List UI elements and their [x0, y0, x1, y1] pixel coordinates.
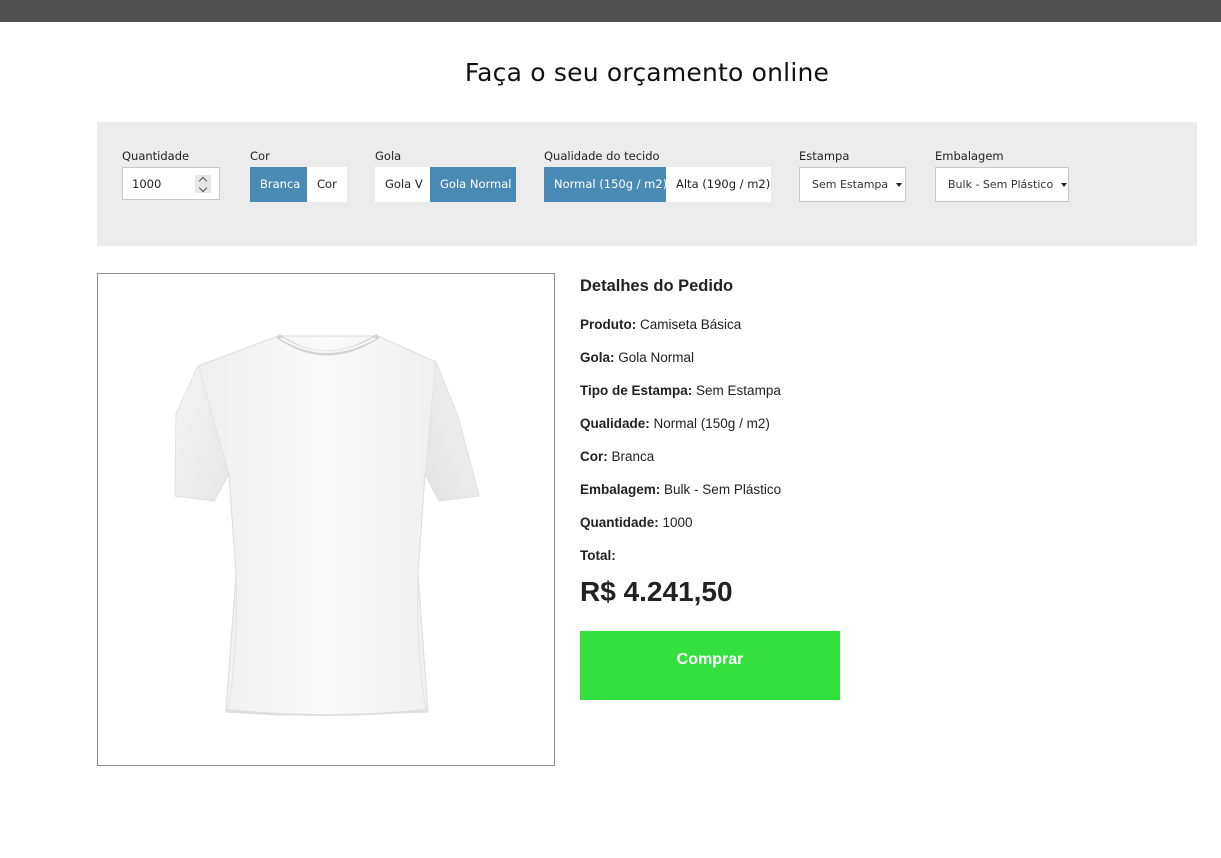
- color-selector: Branca Cor: [250, 167, 347, 202]
- detail-row-quality: Qualidade: Normal (150g / m2): [580, 416, 770, 431]
- detail-key: Embalagem:: [580, 482, 661, 497]
- top-bar: [0, 0, 1221, 22]
- color-option-branca[interactable]: Branca: [250, 167, 307, 202]
- details-title: Detalhes do Pedido: [580, 277, 734, 295]
- fabric-selector: Normal (150g / m2) Alta (190g / m2): [544, 167, 771, 202]
- packaging-dropdown[interactable]: Bulk - Sem Plástico: [935, 167, 1069, 202]
- page-title: Faça o seu orçamento online: [464, 58, 830, 87]
- detail-value: 1000: [662, 515, 693, 530]
- t-shirt-icon: [174, 333, 480, 716]
- chevron-down-icon[interactable]: [198, 183, 208, 192]
- quantity-group: Quantidade 1000: [122, 149, 220, 200]
- detail-key: Total:: [580, 548, 616, 563]
- print-selected: Sem Estampa: [812, 178, 889, 191]
- detail-value: Sem Estampa: [696, 383, 781, 398]
- print-label: Estampa: [799, 149, 850, 163]
- detail-value: Bulk - Sem Plástico: [664, 482, 782, 497]
- detail-value: Camiseta Básica: [640, 317, 742, 332]
- detail-row-total: Total:: [580, 548, 616, 563]
- detail-key: Gola:: [580, 350, 615, 365]
- print-group: Estampa Sem Estampa: [799, 149, 906, 202]
- quantity-label: Quantidade: [122, 149, 190, 163]
- total-price: R$ 4.241,50: [580, 576, 733, 607]
- detail-row-collar: Gola: Gola Normal: [580, 350, 694, 365]
- caret-down-icon: [896, 182, 903, 187]
- quantity-stepper[interactable]: 1000: [122, 167, 220, 200]
- detail-value: Branca: [611, 449, 655, 464]
- color-label: Cor: [250, 149, 270, 163]
- fabric-group: Qualidade do tecido Normal (150g / m2) A…: [544, 149, 771, 202]
- detail-value: Normal (150g / m2): [653, 416, 770, 431]
- detail-row-product: Produto: Camiseta Básica: [580, 317, 741, 332]
- detail-value: Gola Normal: [618, 350, 695, 365]
- detail-key: Qualidade:: [580, 416, 650, 431]
- product-image: [97, 273, 555, 766]
- detail-key: Quantidade:: [580, 515, 659, 530]
- caret-down-icon: [1061, 182, 1068, 187]
- spinner-icon[interactable]: [195, 175, 211, 193]
- packaging-label: Embalagem: [935, 149, 1004, 163]
- collar-group: Gola Gola V Gola Normal: [375, 149, 516, 202]
- fabric-option-normal[interactable]: Normal (150g / m2): [544, 167, 667, 202]
- print-dropdown[interactable]: Sem Estampa: [799, 167, 906, 202]
- collar-option-gola-normal[interactable]: Gola Normal: [430, 167, 516, 202]
- fabric-option-alta[interactable]: Alta (190g / m2): [666, 167, 771, 202]
- detail-row-quantity: Quantidade: 1000: [580, 515, 693, 530]
- order-details: Detalhes do Pedido Produto: Camiseta Bás…: [580, 277, 980, 700]
- quantity-input[interactable]: 1000: [132, 177, 161, 191]
- packaging-selected: Bulk - Sem Plástico: [948, 178, 1054, 191]
- detail-key: Produto:: [580, 317, 637, 332]
- detail-key: Cor:: [580, 449, 608, 464]
- detail-row-packaging: Embalagem: Bulk - Sem Plástico: [580, 482, 781, 497]
- collar-option-gola-v[interactable]: Gola V: [375, 167, 430, 202]
- color-group: Cor Branca Cor: [250, 149, 347, 202]
- collar-selector: Gola V Gola Normal: [375, 167, 516, 202]
- packaging-group: Embalagem Bulk - Sem Plástico: [935, 149, 1069, 202]
- detail-row-color: Cor: Branca: [580, 449, 654, 464]
- buy-button[interactable]: Comprar: [580, 631, 840, 700]
- detail-row-print: Tipo de Estampa: Sem Estampa: [580, 383, 781, 398]
- collar-label: Gola: [375, 149, 402, 163]
- options-panel: Quantidade 1000 Cor Branca Cor Gola Gola…: [97, 122, 1197, 246]
- color-option-cor[interactable]: Cor: [307, 167, 347, 202]
- fabric-label: Qualidade do tecido: [544, 149, 660, 163]
- detail-key: Tipo de Estampa:: [580, 383, 693, 398]
